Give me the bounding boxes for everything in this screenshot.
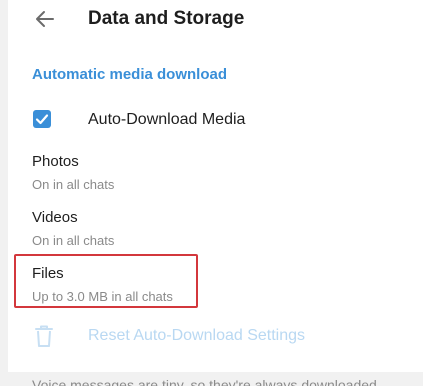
media-type-name: Files	[32, 265, 64, 282]
media-type-value: Up to 3.0 MB in all chats	[32, 289, 173, 304]
reset-auto-download-button[interactable]: Reset Auto-Download Settings	[8, 318, 423, 356]
reset-label: Reset Auto-Download Settings	[88, 327, 306, 344]
media-type-files[interactable]: Files Up to 3.0 MB in all chats	[8, 265, 268, 315]
media-type-name: Photos	[32, 153, 79, 170]
header: Data and Storage	[8, 0, 423, 40]
media-type-value: On in all chats	[32, 233, 115, 248]
page-title: Data and Storage	[88, 8, 245, 29]
settings-panel: Data and Storage Automatic media downloa…	[8, 0, 423, 372]
media-type-photos[interactable]: Photos On in all chats	[8, 153, 268, 203]
media-type-value: On in all chats	[32, 177, 115, 192]
checkmark-icon	[35, 114, 49, 125]
media-type-name: Videos	[32, 209, 78, 226]
media-type-videos[interactable]: Videos On in all chats	[8, 209, 268, 259]
footer-note-area: Voice messages are tiny, so they're alwa…	[8, 372, 423, 386]
auto-download-checkbox[interactable]	[33, 110, 51, 128]
auto-download-toggle[interactable]: Auto-Download Media	[8, 100, 423, 140]
back-button[interactable]	[32, 6, 58, 32]
trash-icon	[35, 325, 53, 347]
arrow-left-icon	[36, 11, 54, 27]
footer-note: Voice messages are tiny, so they're alwa…	[32, 377, 377, 386]
section-title: Automatic media download	[32, 66, 228, 83]
auto-download-label: Auto-Download Media	[88, 111, 246, 128]
